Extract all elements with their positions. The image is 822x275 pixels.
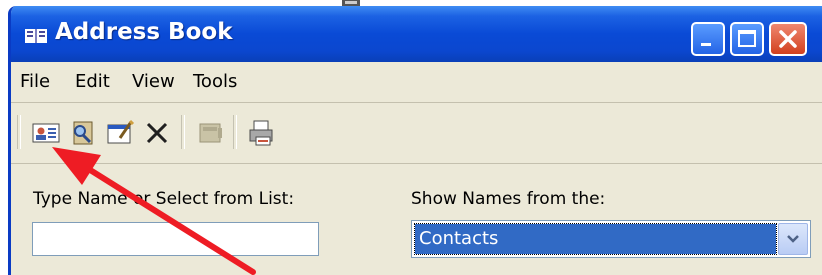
annotation-arrow — [52, 147, 256, 275]
